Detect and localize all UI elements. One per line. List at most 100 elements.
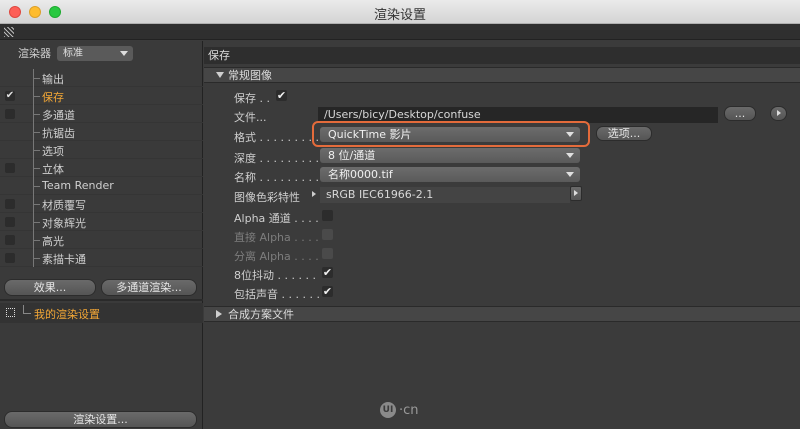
renderer-value: 标准 [63, 47, 83, 59]
tree-item-label: 素描卡通 [42, 253, 86, 266]
tree-line [33, 258, 40, 259]
depth-value: 8 位/通道 [328, 149, 376, 162]
settings-tree-item[interactable]: 多通道 [0, 105, 203, 123]
watermark-text: ·cn [399, 402, 419, 418]
tree-item-checkbox[interactable] [5, 163, 15, 173]
tree-line [33, 240, 40, 241]
tree-item-checkbox[interactable] [5, 253, 15, 263]
settings-tree-item[interactable]: 材质覆写 [0, 195, 203, 213]
tree-line [33, 186, 40, 187]
separate-alpha-checkbox[interactable] [322, 248, 333, 259]
watermark: UI ·cn [380, 402, 419, 418]
settings-tree-item[interactable]: ✔ 保存 [0, 87, 203, 105]
settings-tree-item[interactable]: 选项 [0, 141, 203, 159]
tree-line [33, 222, 40, 223]
watermark-logo: UI [380, 402, 396, 418]
collapse-triangle-icon [216, 72, 224, 78]
alpha-checkbox[interactable] [322, 210, 333, 221]
name-value: 名称0000.tif [328, 168, 393, 181]
tree-item-checkbox[interactable] [5, 235, 15, 245]
alpha-label: Alpha 通道 . . . . [234, 212, 319, 225]
tree-item-label: 对象辉光 [42, 217, 86, 230]
tree-line [23, 305, 24, 313]
tree-item-checkbox[interactable] [5, 109, 15, 119]
tree-line [33, 150, 40, 151]
grip-icon[interactable] [4, 27, 14, 37]
tree-item-label: Team Render [42, 179, 114, 192]
panel-title: 保存 [204, 47, 800, 64]
format-highlight-box [312, 121, 590, 147]
format-label: 格式 . . . . . . . . . [234, 131, 319, 144]
chevron-down-icon [566, 153, 574, 158]
tree-item-label: 抗锯齿 [42, 127, 75, 140]
save-row: 保存 . . ✔ [234, 87, 794, 105]
multipass-render-button[interactable]: 多通道渲染... [101, 279, 197, 296]
sound-checkbox[interactable]: ✔ [322, 286, 333, 297]
renderer-label: 渲染器 [18, 47, 51, 60]
color-profile-arrow-button[interactable] [570, 186, 582, 201]
straight-alpha-label: 直接 Alpha . . . . [234, 231, 319, 244]
renderer-row: 渲染器 标准 [18, 45, 133, 61]
tree-line [33, 78, 40, 79]
chevron-down-icon [566, 172, 574, 177]
section-compositing[interactable]: 合成方案文件 [204, 306, 800, 322]
effects-button[interactable]: 效果... [4, 279, 96, 296]
tree-line [23, 313, 31, 314]
sound-label: 包括声音 . . . . . . [234, 288, 320, 301]
section-general-image[interactable]: 常规图像 [204, 67, 800, 83]
play-icon [777, 110, 781, 116]
tree-item-label: 材质覆写 [42, 199, 86, 212]
tree-item-checkbox[interactable] [5, 217, 15, 227]
options-button[interactable]: 选项... [596, 126, 652, 141]
settings-tree-item[interactable]: 高光 [0, 231, 203, 249]
settings-tree-item[interactable]: 素描卡通 [0, 249, 203, 267]
dither-checkbox[interactable]: ✔ [322, 267, 333, 278]
settings-tree: 输出 ✔ 保存 多通道抗锯齿选项立体 Team Render 材质覆写对象辉光高光素描卡通 [0, 69, 203, 267]
tree-line [33, 96, 40, 97]
file-label: 文件... [234, 111, 267, 124]
straight-alpha-checkbox[interactable] [322, 229, 333, 240]
file-browse-button[interactable]: ... [724, 106, 756, 121]
settings-tree-item[interactable]: 抗锯齿 [0, 123, 203, 141]
settings-tree-item[interactable]: 立体 [0, 159, 203, 177]
color-profile-row: 图像色彩特性 sRGB IEC61966-2.1 [234, 186, 794, 204]
render-settings-button[interactable]: 渲染设置... [4, 411, 197, 428]
tree-item-label: 立体 [42, 163, 64, 176]
tree-item-label: 保存 [42, 91, 64, 104]
window-title: 渲染设置 [373, 8, 426, 23]
expand-arrow-icon[interactable] [312, 191, 316, 197]
color-profile-field[interactable]: sRGB IEC61966-2.1 [320, 187, 570, 203]
tree-line [33, 204, 40, 205]
save-label: 保存 . . [234, 92, 270, 105]
depth-row: 深度 . . . . . . . . . 8 位/通道 [234, 147, 794, 165]
name-dropdown[interactable]: 名称0000.tif [320, 167, 580, 182]
tree-item-label: 高光 [42, 235, 64, 248]
section-compositing-label: 合成方案文件 [228, 308, 294, 321]
settings-tree-item[interactable]: 对象辉光 [0, 213, 203, 231]
expand-triangle-icon [216, 310, 222, 318]
render-setting-icon [6, 308, 15, 317]
tree-item-checkbox[interactable]: ✔ [5, 91, 15, 101]
divider [0, 299, 203, 301]
settings-tree-item[interactable]: Team Render [0, 177, 203, 195]
my-render-setting-item[interactable]: 我的渲染设置 [0, 303, 203, 323]
settings-tree-item[interactable]: 输出 [0, 69, 203, 87]
depth-label: 深度 . . . . . . . . . [234, 152, 319, 165]
dither-label: 8位抖动 . . . . . . [234, 269, 316, 282]
file-arrow-button[interactable] [770, 106, 787, 121]
tree-item-label: 输出 [42, 73, 64, 86]
play-icon [574, 190, 578, 196]
sound-row: 包括声音 . . . . . . ✔ [234, 283, 794, 301]
depth-dropdown[interactable]: 8 位/通道 [320, 148, 580, 163]
renderer-dropdown[interactable]: 标准 [57, 45, 133, 61]
tree-item-label: 选项 [42, 145, 64, 158]
straight-alpha-row: 直接 Alpha . . . . [234, 226, 794, 244]
chevron-down-icon [120, 50, 128, 56]
tree-item-checkbox[interactable] [5, 199, 15, 209]
tree-line [33, 132, 40, 133]
section-general-label: 常规图像 [228, 69, 272, 82]
save-checkbox[interactable]: ✔ [276, 90, 287, 101]
title-bar: 渲染设置 [0, 0, 800, 24]
tree-line [33, 168, 40, 169]
right-panel: 保存 常规图像 保存 . . ✔ 文件... /Users/bicy/Deskt… [204, 41, 800, 429]
